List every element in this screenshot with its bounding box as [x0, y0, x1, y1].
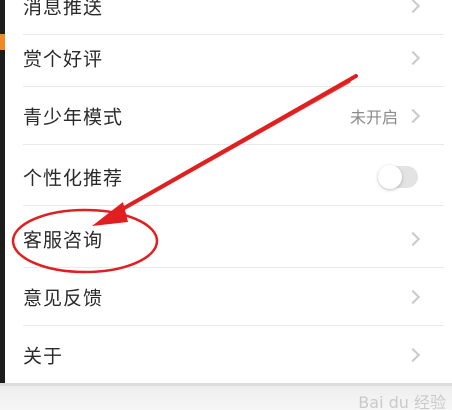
teen-mode-status: 未开启 [349, 108, 398, 127]
chevron-right-icon [405, 0, 421, 14]
settings-row-teen-mode[interactable]: 青少年模式 未开启 [5, 87, 452, 145]
settings-row-label: 客服咨询 [23, 229, 104, 252]
chevron-right-icon [405, 231, 421, 247]
section-shadow [0, 383, 452, 386]
chevron-right-icon [405, 108, 421, 124]
settings-row-rate-us[interactable]: 赏个好评 [5, 29, 452, 87]
settings-row-label: 赏个好评 [23, 48, 104, 71]
settings-row-label: 关于 [23, 345, 64, 368]
settings-row-feedback[interactable]: 意见反馈 [5, 268, 452, 326]
row-divider [23, 205, 444, 206]
toggle-knob [378, 165, 402, 189]
settings-screen: 消息推送 赏个好评 青少年模式 未开启 个性化推荐 客服咨询 意见反馈 关于 B… [0, 0, 452, 410]
settings-row-about[interactable]: 关于 [5, 326, 452, 384]
settings-row-label: 青少年模式 [23, 106, 124, 129]
personalized-recommend-toggle[interactable] [378, 165, 418, 189]
chevron-right-icon [405, 50, 421, 66]
row-divider [23, 144, 444, 145]
settings-row-customer-service[interactable]: 客服咨询 [5, 210, 452, 268]
chevron-right-icon [405, 347, 421, 363]
settings-row-label: 个性化推荐 [23, 167, 124, 190]
settings-row-label: 消息推送 [23, 0, 104, 19]
chevron-right-icon [405, 289, 421, 305]
settings-row-personalized-recommend: 个性化推荐 [5, 148, 452, 206]
baidu-jingyan-watermark: Bai du 经验 [358, 393, 446, 410]
settings-row-label: 意见反馈 [23, 287, 104, 310]
